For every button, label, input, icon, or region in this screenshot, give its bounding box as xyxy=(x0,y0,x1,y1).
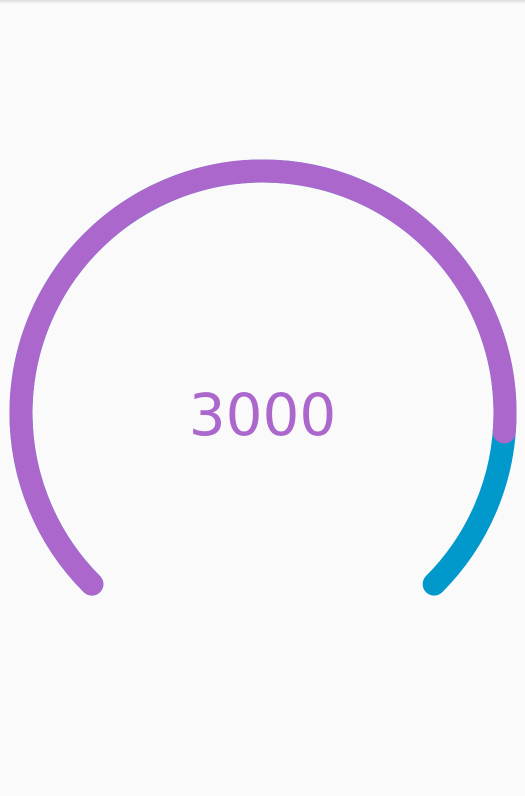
gauge-value-label: 3000 xyxy=(188,381,337,449)
gauge-progress-arc xyxy=(9,159,517,596)
